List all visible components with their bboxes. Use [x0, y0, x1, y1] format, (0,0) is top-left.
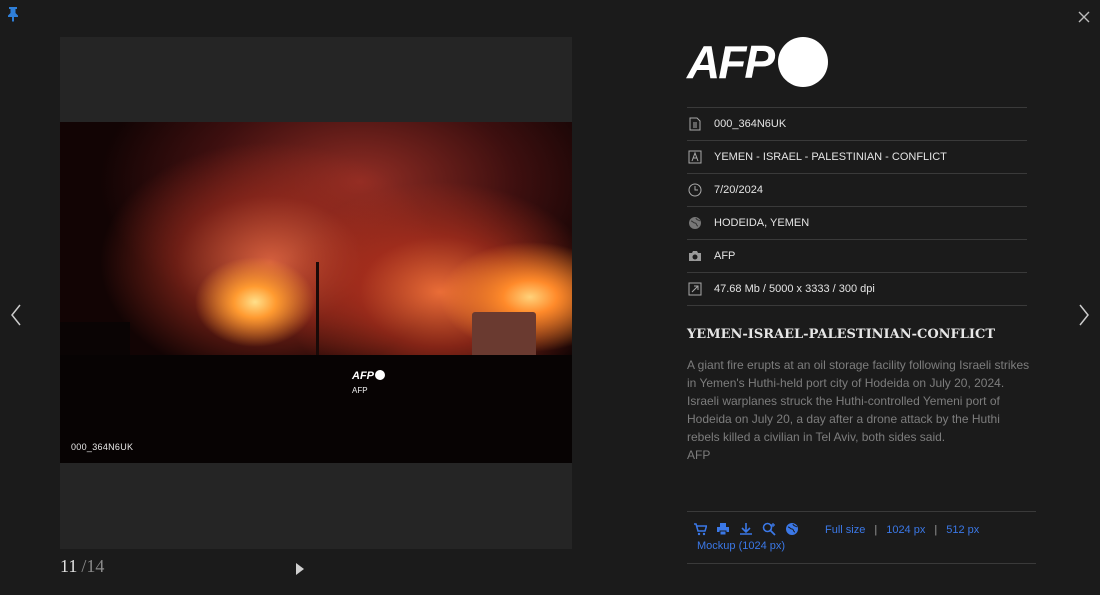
meta-headline-value: YEMEN - ISRAEL - PALESTINIAN - CONFLICT — [714, 151, 947, 163]
size-links: Full size | 1024 px | 512 px — [825, 524, 979, 536]
pin-icon[interactable] — [7, 6, 19, 22]
watermark-credit: AFP — [352, 386, 368, 395]
photo-pole — [316, 262, 319, 362]
meta-reference: 000_364N6UK — [687, 108, 1027, 141]
text-icon — [688, 150, 702, 164]
resize-icon — [688, 282, 702, 296]
meta-reference-value: 000_364N6UK — [714, 118, 787, 130]
clock-icon — [688, 183, 702, 197]
meta-credit-value: AFP — [714, 250, 736, 262]
play-icon[interactable] — [296, 563, 304, 575]
meta-date: 7/20/2024 — [687, 174, 1027, 207]
cart-icon[interactable] — [693, 522, 708, 536]
afp-logo-dot — [778, 37, 828, 87]
watermark-logo: AFP — [352, 370, 374, 382]
photo-fire-oil-storage[interactable]: AFP AFP 000_364N6UK — [60, 122, 572, 463]
photo-id-overlay: 000_364N6UK — [71, 442, 134, 452]
previous-arrow-icon[interactable] — [8, 302, 24, 328]
document-icon — [689, 117, 701, 131]
meta-credit: AFP — [687, 240, 1027, 273]
meta-location-value: HODEIDA, YEMEN — [714, 217, 810, 229]
meta-location: HODEIDA, YEMEN — [687, 207, 1027, 240]
image-counter: 11 /14 — [60, 556, 104, 577]
photo-tank — [472, 312, 536, 360]
size-1024-link[interactable]: 1024 px — [886, 524, 925, 536]
caption-title: YEMEN-ISRAEL-PALESTINIAN-CONFLICT — [687, 327, 996, 342]
camera-icon — [689, 251, 701, 261]
afp-logo: AFP — [687, 37, 828, 87]
globe-icon — [689, 217, 701, 229]
next-arrow-icon[interactable] — [1076, 302, 1092, 328]
size-512-link[interactable]: 512 px — [946, 524, 979, 536]
meta-date-value: 7/20/2024 — [714, 184, 763, 196]
watermark-dot — [375, 370, 385, 380]
print-icon[interactable] — [716, 522, 730, 536]
meta-file-info-value: 47.68 Mb / 5000 x 3333 / 300 dpi — [714, 283, 875, 295]
image-viewer: AFP AFP 000_364N6UK — [60, 37, 572, 549]
caption-body: A giant fire erupts at an oil storage fa… — [687, 358, 1030, 444]
zoom-icon[interactable] — [762, 522, 776, 536]
mockup-link[interactable]: Mockup (1024 px) — [697, 540, 785, 552]
separator: | — [934, 524, 938, 536]
full-size-link[interactable]: Full size — [825, 524, 865, 536]
afp-logo-text: AFP — [687, 36, 775, 88]
photo-watermark: AFP AFP — [352, 366, 385, 395]
caption-credit: AFP — [687, 448, 711, 462]
download-icon[interactable] — [739, 522, 753, 536]
photo-ground — [60, 355, 572, 463]
close-icon[interactable] — [1076, 9, 1092, 25]
total-count: /14 — [81, 556, 105, 576]
separator: | — [874, 524, 878, 536]
caption-text: A giant fire erupts at an oil storage fa… — [687, 356, 1032, 464]
metadata-list: 000_364N6UK YEMEN - ISRAEL - PALESTINIAN… — [687, 107, 1027, 306]
meta-headline: YEMEN - ISRAEL - PALESTINIAN - CONFLICT — [687, 141, 1027, 174]
action-icons — [693, 522, 799, 536]
meta-file-info: 47.68 Mb / 5000 x 3333 / 300 dpi — [687, 273, 1027, 306]
current-index: 11 — [60, 556, 78, 576]
actions-bar: Full size | 1024 px | 512 px Mockup (1024 px… — [687, 511, 1036, 564]
globe-icon[interactable] — [785, 522, 799, 536]
